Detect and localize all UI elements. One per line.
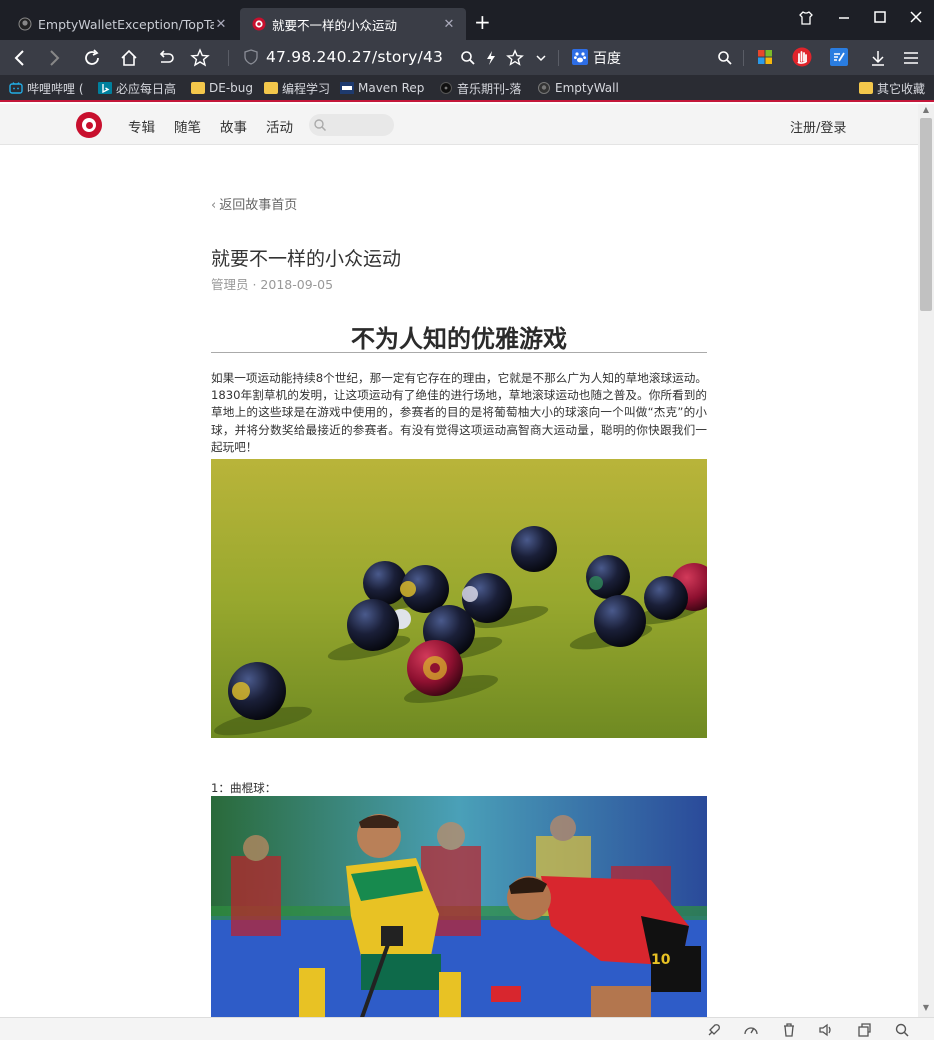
music-disc-icon — [440, 82, 452, 94]
status-bar — [0, 1017, 934, 1040]
note-edit-icon[interactable] — [830, 48, 848, 66]
bookmark-debug[interactable]: DE-bug — [191, 80, 253, 96]
maximize-button[interactable] — [870, 10, 890, 28]
close-window-button[interactable] — [906, 10, 926, 28]
bookmark-maven[interactable]: Maven Rep — [340, 80, 424, 96]
bookmark-emptywall[interactable]: EmptyWall — [537, 80, 619, 96]
tab-title: EmptyWalletException/TopTal — [38, 16, 214, 32]
zoom-search-icon[interactable] — [894, 1022, 910, 1038]
zoom-icon[interactable] — [456, 46, 480, 70]
site-logo-icon — [252, 17, 266, 31]
search-engine-label[interactable]: 百度 — [593, 48, 621, 68]
back-link-label: 返回故事首页 — [219, 198, 298, 213]
article-meta: 管理员 · 2018-09-05 — [211, 277, 334, 292]
bookmark-programming[interactable]: 编程学习 — [264, 80, 330, 96]
bookmark-label: 必应每日高 — [116, 81, 177, 96]
favorite-star-icon[interactable] — [188, 46, 212, 70]
article-paragraph: 如果一项运动能持续8个世纪，那一定有它存在的理由，它就是不那么广为人知的草地滚球… — [211, 371, 707, 454]
close-tab-icon[interactable]: ✕ — [214, 17, 228, 32]
site-header: 专辑 随笔 故事 活动 注册/登录 — [0, 104, 918, 145]
svg-text:10: 10 — [651, 952, 671, 968]
article-title: 就要不一样的小众运动 — [211, 248, 402, 270]
reload-button[interactable] — [80, 46, 104, 70]
nav-albums[interactable]: 专辑 — [128, 116, 155, 136]
github-icon — [18, 17, 32, 31]
divider — [211, 352, 707, 353]
lawn-bowls-photo — [211, 459, 707, 738]
back-button[interactable] — [8, 46, 32, 70]
nav-essays[interactable]: 随笔 — [174, 116, 201, 136]
folder-icon — [264, 82, 278, 94]
adblock-hand-icon[interactable] — [792, 47, 812, 67]
baidu-paw-icon[interactable] — [572, 49, 588, 65]
bookmark-bilibili[interactable]: 哔哩哔哩 ( — [9, 80, 84, 96]
search-icon[interactable] — [713, 46, 737, 70]
divider — [558, 50, 559, 66]
bing-icon — [98, 82, 112, 94]
bookmark-label: Maven Rep — [358, 81, 425, 95]
field-hockey-photo: 10 — [211, 796, 707, 1017]
forward-button[interactable] — [42, 46, 66, 70]
bookmark-label: DE-bug — [209, 81, 253, 95]
scroll-down-arrow-icon[interactable]: ▼ — [920, 1003, 932, 1013]
window-restore-icon[interactable] — [856, 1022, 872, 1038]
folder-icon — [859, 82, 873, 94]
bilibili-icon — [9, 82, 23, 94]
bookmark-star-icon[interactable] — [503, 46, 527, 70]
menu-icon[interactable] — [899, 46, 923, 70]
bookmark-label: EmptyWall — [555, 81, 619, 95]
bookmark-label: 哔哩哔哩 ( — [27, 81, 84, 96]
lightning-icon[interactable] — [479, 46, 503, 70]
close-tab-icon[interactable]: ✕ — [442, 17, 456, 32]
bookmark-other[interactable]: 其它收藏 — [859, 80, 925, 96]
minimize-button[interactable] — [834, 10, 854, 28]
folder-icon — [191, 82, 205, 94]
new-tab-button[interactable]: + — [474, 12, 491, 32]
tab-story[interactable]: 就要不一样的小众运动 ✕ — [240, 8, 466, 40]
skin-icon[interactable] — [796, 10, 816, 30]
scrollbar-thumb[interactable] — [920, 118, 932, 311]
scroll-up-arrow-icon[interactable]: ▲ — [920, 105, 932, 115]
chevron-left-icon: ‹ — [211, 198, 217, 213]
browser-window: EmptyWalletException/TopTal ✕ 就要不一样的小众运动… — [0, 0, 934, 1040]
tab-toptal[interactable]: EmptyWalletException/TopTal ✕ — [6, 8, 238, 40]
security-shield-icon[interactable] — [244, 49, 258, 65]
nav-events[interactable]: 活动 — [266, 116, 293, 136]
bookmark-label: 其它收藏 — [877, 81, 926, 96]
home-button[interactable] — [117, 46, 141, 70]
bookmark-label: 音乐期刊-落 — [457, 81, 522, 96]
title-bar: EmptyWalletException/TopTal ✕ 就要不一样的小众运动… — [0, 0, 934, 40]
chevron-down-icon[interactable] — [529, 46, 553, 70]
speedometer-icon[interactable] — [743, 1022, 759, 1038]
apps-grid-icon[interactable] — [757, 49, 773, 65]
bookmarks-bar: 哔哩哔哩 ( 必应每日高 DE-bug 编程学习 Maven Rep 音乐期刊-… — [0, 75, 934, 102]
divider — [228, 50, 229, 66]
toolbar: 47.98.240.27/story/43 百度 — [0, 40, 934, 75]
volume-icon[interactable] — [818, 1022, 834, 1038]
bookmark-music[interactable]: 音乐期刊-落 — [439, 80, 521, 96]
site-search-input[interactable] — [309, 114, 394, 136]
address-bar[interactable]: 47.98.240.27/story/43 — [266, 48, 443, 66]
maven-icon — [340, 82, 354, 94]
rocket-icon[interactable] — [706, 1022, 722, 1038]
tab-title: 就要不一样的小众运动 — [272, 17, 398, 33]
article-heading: 不为人知的优雅游戏 — [351, 325, 567, 353]
undo-close-button[interactable] — [153, 46, 177, 70]
nav-stories[interactable]: 故事 — [220, 116, 247, 136]
bookmark-bing[interactable]: 必应每日高 — [98, 80, 176, 96]
github-icon — [538, 82, 550, 94]
bookmark-label: 编程学习 — [282, 81, 331, 96]
site-logo[interactable] — [76, 112, 102, 138]
trash-icon[interactable] — [781, 1022, 797, 1038]
article-content: ‹ 返回故事首页 就要不一样的小众运动 管理员 · 2018-09-05 不为人知… — [0, 145, 918, 1017]
search-icon — [314, 119, 327, 132]
section-caption: 1：曲棍球： — [211, 781, 277, 795]
download-icon[interactable] — [866, 46, 890, 70]
login-link[interactable]: 注册/登录 — [790, 117, 846, 136]
divider — [743, 50, 744, 66]
back-to-stories-link[interactable]: ‹ 返回故事首页 — [211, 194, 297, 213]
